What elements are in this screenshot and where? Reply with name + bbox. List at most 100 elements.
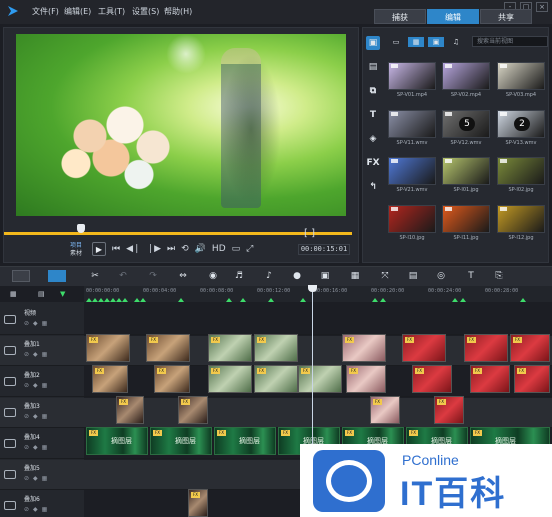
library-thumbnail[interactable]: SP-I01.jpg: [442, 157, 490, 193]
time-remap-icon[interactable]: ⤧: [378, 271, 392, 281]
transition-icon[interactable]: ⧉: [366, 84, 380, 98]
show-photo-icon[interactable]: ▣: [428, 37, 444, 47]
track-controls-icon[interactable]: ⊘◆▦: [24, 320, 51, 327]
video-clip[interactable]: FX: [254, 334, 298, 362]
mask-icon[interactable]: ▤: [406, 271, 420, 281]
track-manager-icon[interactable]: ▤: [38, 290, 45, 298]
graphics-icon[interactable]: ◈: [366, 132, 380, 146]
library-thumbnail[interactable]: 5 SP-V12.wmv: [442, 110, 490, 146]
library-thumbnail[interactable]: SP-I11.jpg: [442, 205, 490, 241]
menu-help[interactable]: 帮助(H): [164, 6, 192, 17]
filter-icon[interactable]: FX: [366, 156, 380, 170]
tab-capture[interactable]: 捕获: [374, 9, 426, 24]
graphic-clip[interactable]: FX 摘图层: [86, 427, 148, 455]
title-icon[interactable]: T: [366, 108, 380, 122]
timeline-view-button[interactable]: [48, 270, 66, 282]
media-icon[interactable]: ▣: [366, 36, 380, 50]
video-clip[interactable]: FX: [470, 365, 510, 393]
chapter-marker[interactable]: [140, 298, 146, 302]
motion-icon[interactable]: ●: [290, 271, 304, 281]
timecode-display[interactable]: 00:00:15:01: [298, 244, 350, 255]
chapter-marker[interactable]: [122, 298, 128, 302]
chapter-marker[interactable]: [178, 298, 184, 302]
close-button[interactable]: ×: [536, 2, 548, 12]
track-header-toggle-icon[interactable]: ▦: [10, 290, 17, 298]
library-thumbnail[interactable]: SP-I02.jpg: [497, 157, 545, 193]
library-thumbnail[interactable]: SP-V21.wmv: [388, 157, 436, 193]
video-clip[interactable]: FX: [370, 396, 400, 424]
chapter-marker[interactable]: [268, 298, 274, 302]
sound-mixer-icon[interactable]: ♬: [232, 271, 246, 281]
go-end-icon[interactable]: ⏭: [167, 244, 175, 254]
library-thumbnail[interactable]: SP-V02.mp4: [442, 62, 490, 98]
chapter-marker[interactable]: [452, 298, 458, 302]
video-clip[interactable]: FX: [254, 365, 298, 393]
chapter-marker[interactable]: [240, 298, 246, 302]
path-icon[interactable]: ↰: [366, 180, 380, 194]
library-thumbnail[interactable]: SP-V01.mp4: [388, 62, 436, 98]
storyboard-view-button[interactable]: [12, 270, 30, 282]
video-clip[interactable]: FX: [86, 334, 130, 362]
volume-icon[interactable]: 🔊: [195, 244, 206, 254]
multicam-icon[interactable]: ▦: [348, 271, 362, 281]
instant-project-icon[interactable]: ▤: [366, 60, 380, 74]
video-clip[interactable]: FX: [412, 365, 452, 393]
mode-project[interactable]: 项目: [70, 242, 82, 249]
library-thumbnail[interactable]: SP-V03.mp4: [497, 62, 545, 98]
video-clip[interactable]: FX: [342, 334, 386, 362]
video-clip[interactable]: FX: [154, 365, 190, 393]
chapter-marker[interactable]: [460, 298, 466, 302]
menu-edit[interactable]: 编辑(E): [64, 6, 91, 17]
library-thumbnail[interactable]: SP-I12.jpg: [497, 205, 545, 241]
chapter-marker[interactable]: [372, 298, 378, 302]
subtitle-icon[interactable]: ▣: [318, 271, 332, 281]
show-video-icon[interactable]: ▦: [408, 37, 424, 47]
record-icon[interactable]: ◉: [206, 271, 220, 281]
chapter-marker[interactable]: [226, 298, 232, 302]
go-start-icon[interactable]: ⏮: [112, 244, 120, 254]
video-clip[interactable]: FX: [402, 334, 446, 362]
mode-clip[interactable]: 素材: [70, 250, 82, 257]
track-controls-icon[interactable]: ⊘◆▦: [24, 444, 51, 451]
track-controls-icon[interactable]: ⊘◆▦: [24, 351, 51, 358]
tab-edit[interactable]: 编辑: [427, 9, 479, 24]
video-clip[interactable]: FX: [208, 365, 252, 393]
redo-icon[interactable]: ↷: [146, 271, 160, 281]
repeat-icon[interactable]: ⟲: [181, 244, 189, 254]
chapter-marker[interactable]: [520, 298, 526, 302]
video-clip[interactable]: FX: [346, 365, 386, 393]
video-clip[interactable]: FX: [208, 334, 252, 362]
library-thumbnail[interactable]: 2 SP-V13.wmv: [497, 110, 545, 146]
playhead-handle[interactable]: [308, 285, 317, 292]
menu-file[interactable]: 文件(F): [32, 6, 59, 17]
track-controls-icon[interactable]: ⊘◆▦: [24, 382, 51, 389]
folder-icon[interactable]: ▭: [388, 37, 404, 47]
chapter-marker[interactable]: [380, 298, 386, 302]
auto-music-icon[interactable]: ♪: [262, 271, 276, 281]
menu-tools[interactable]: 工具(T): [98, 6, 125, 17]
track-controls-icon[interactable]: ⊘◆▦: [24, 506, 51, 513]
track-controls-icon[interactable]: ⊘◆▦: [24, 413, 51, 420]
library-thumbnail[interactable]: SP-I10.jpg: [388, 205, 436, 241]
video-clip[interactable]: FX: [92, 365, 128, 393]
menu-settings[interactable]: 设置(S): [132, 6, 159, 17]
prev-frame-icon[interactable]: ◀❘: [126, 244, 140, 254]
fit-icon[interactable]: ⇔: [176, 271, 190, 281]
track-add-icon[interactable]: ▼: [60, 290, 65, 298]
text-track-icon[interactable]: T: [464, 271, 478, 281]
next-frame-icon[interactable]: ❘▶: [147, 244, 161, 254]
hd-toggle[interactable]: HD: [212, 244, 226, 254]
play-button[interactable]: ▶: [92, 242, 106, 256]
video-clip[interactable]: FX: [510, 334, 550, 362]
aspect-icon[interactable]: ▭: [232, 244, 241, 254]
tab-share[interactable]: 共享: [480, 9, 532, 24]
loop-icon[interactable]: ◎: [434, 271, 448, 281]
video-clip[interactable]: FX: [188, 489, 208, 517]
export-icon[interactable]: ⎘: [492, 271, 506, 281]
preview-scrubber[interactable]: [4, 232, 352, 235]
tools-icon[interactable]: ✂: [88, 271, 102, 281]
video-clip[interactable]: FX: [434, 396, 464, 424]
chapter-marker[interactable]: [300, 298, 306, 302]
library-thumbnail[interactable]: SP-V11.wmv: [388, 110, 436, 146]
video-clip[interactable]: FX: [464, 334, 508, 362]
